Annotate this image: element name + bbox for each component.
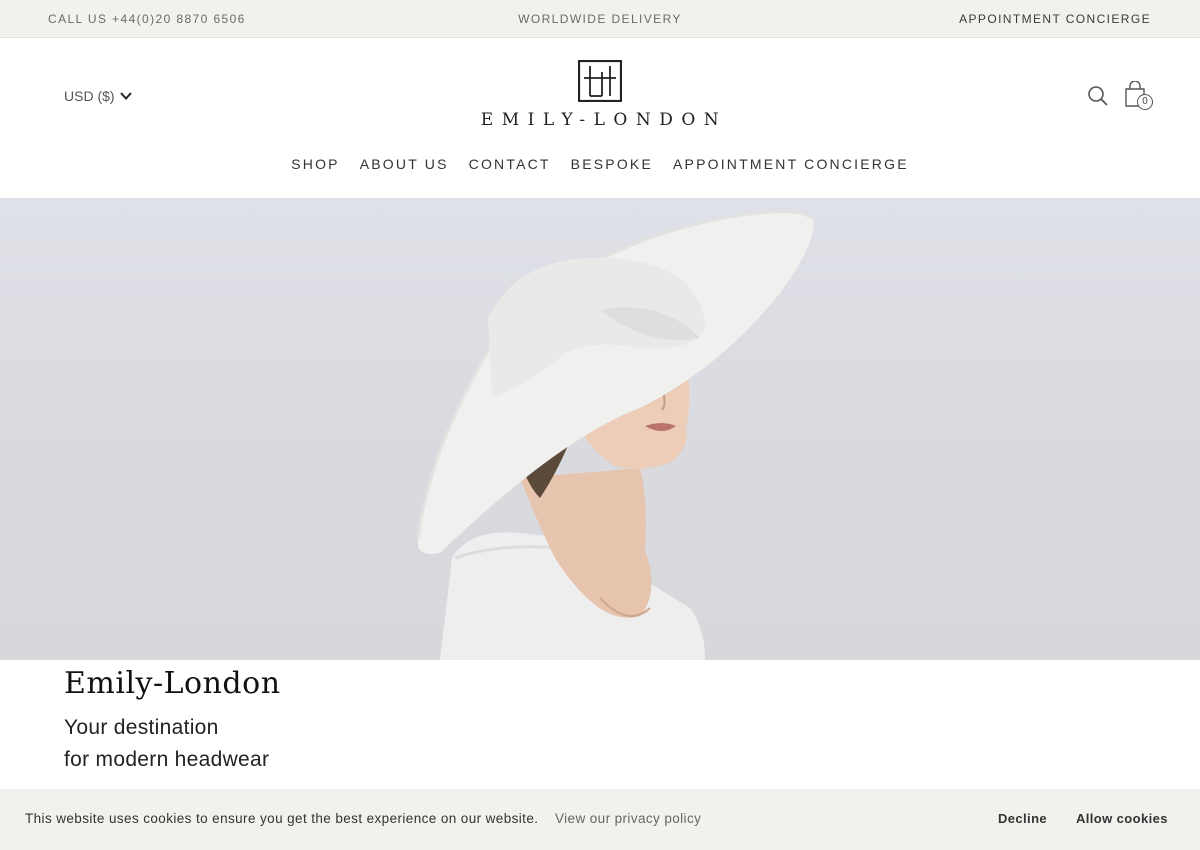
intro-subtitle-line-2: for modern headwear — [64, 748, 270, 771]
nav-item-shop[interactable]: SHOP — [291, 156, 339, 172]
site-header: USD ($) EMILY-LONDON 0 SHOP ABOUT US CON… — [0, 38, 1200, 198]
cookie-allow-button[interactable]: Allow cookies — [1066, 809, 1178, 828]
intro-subtitle: Your destination for modern headwear — [64, 712, 269, 776]
hero-model-image — [416, 210, 814, 660]
site-logo[interactable]: EMILY-LONDON — [450, 60, 750, 130]
logo-monogram-icon — [578, 60, 622, 102]
cart-count-badge: 0 — [1137, 94, 1153, 110]
privacy-policy-link[interactable]: View our privacy policy — [555, 811, 701, 826]
nav-item-bespoke[interactable]: BESPOKE — [571, 156, 653, 172]
cart-button[interactable]: 0 — [1124, 81, 1156, 113]
main-navigation: SHOP ABOUT US CONTACT BESPOKE APPOINTMEN… — [0, 156, 1200, 172]
logo-wordmark: EMILY-LONDON — [480, 110, 728, 130]
nav-item-contact[interactable]: CONTACT — [469, 156, 551, 172]
appointment-concierge-link[interactable]: APPOINTMENT CONCIERGE — [959, 12, 1151, 26]
hero-banner[interactable] — [0, 198, 1200, 660]
cookie-decline-button[interactable]: Decline — [990, 809, 1055, 828]
nav-item-about-us[interactable]: ABOUT US — [360, 156, 449, 172]
currency-selector[interactable]: USD ($) — [64, 88, 133, 104]
page-title: Emily-London — [64, 666, 281, 701]
intro-subtitle-line-1: Your destination — [64, 716, 219, 739]
search-icon[interactable] — [1087, 85, 1109, 107]
nav-item-appointment-concierge[interactable]: APPOINTMENT CONCIERGE — [673, 156, 909, 172]
cookie-message: This website uses cookies to ensure you … — [25, 811, 539, 826]
chevron-down-icon — [119, 92, 132, 100]
cookie-banner: This website uses cookies to ensure you … — [0, 789, 1200, 850]
currency-label: USD ($) — [64, 88, 115, 104]
announcement-bar: CALL US +44(0)20 8870 6506 WORLDWIDE DEL… — [0, 0, 1200, 38]
